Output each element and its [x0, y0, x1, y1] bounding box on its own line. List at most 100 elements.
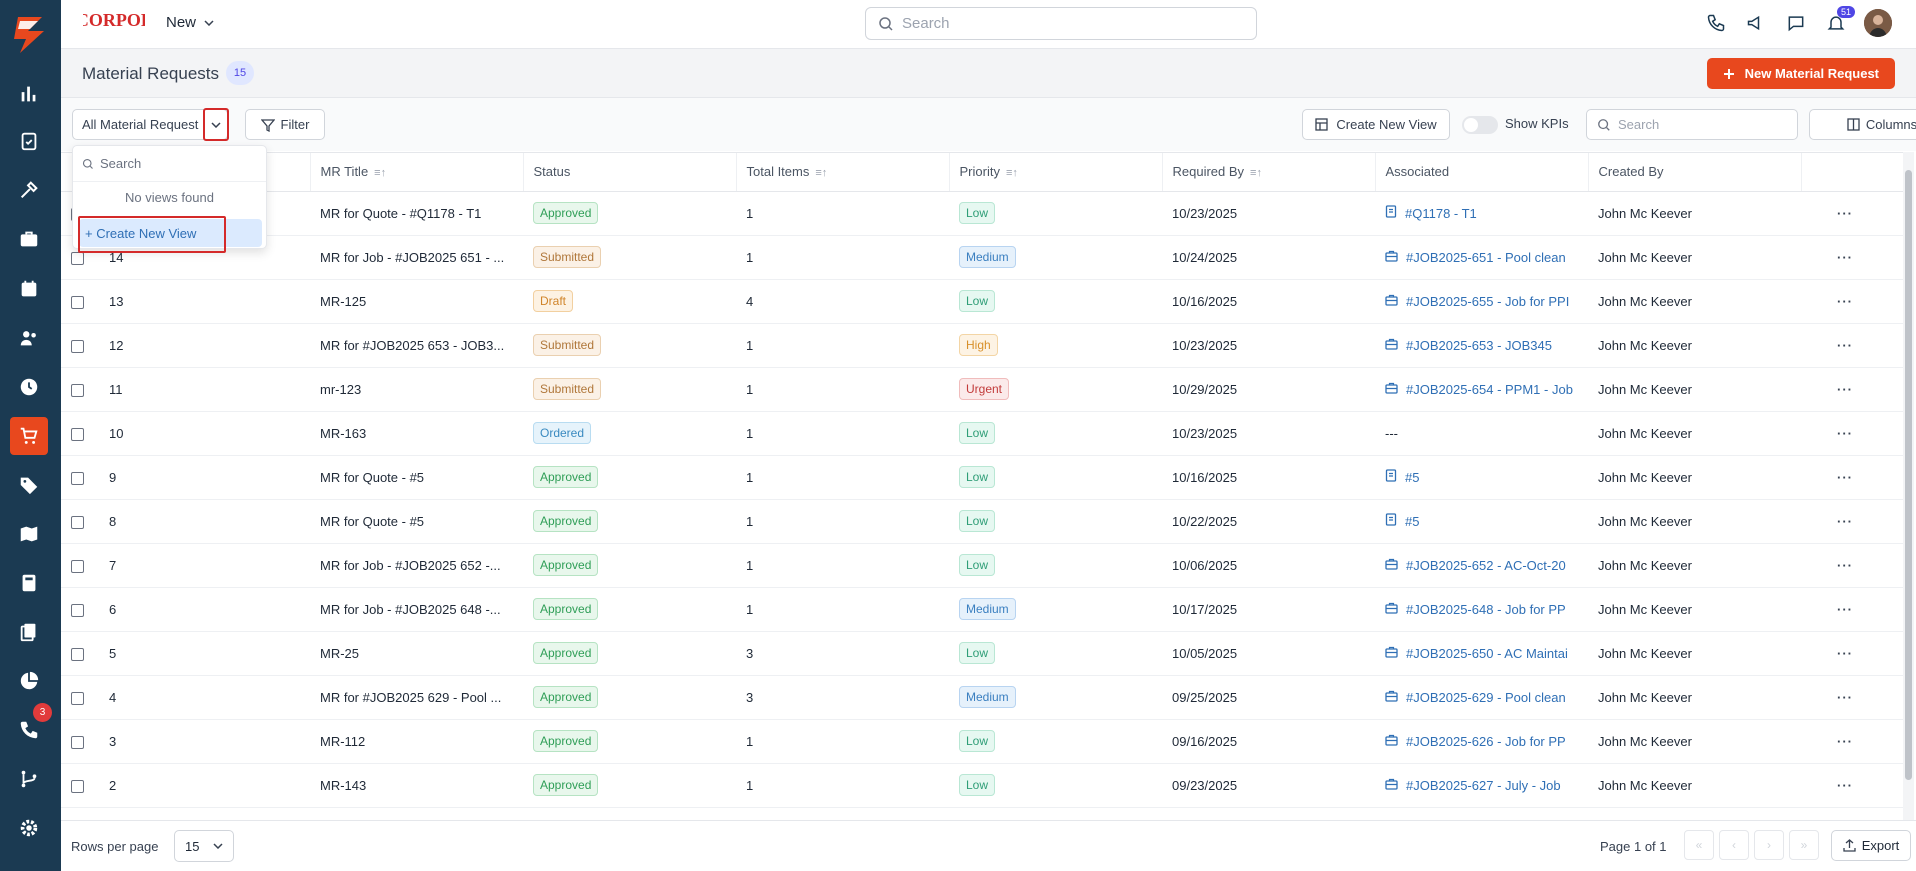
row-checkbox[interactable] [71, 339, 84, 353]
mr-title-cell[interactable]: MR for #JOB2025 653 - JOB3... [310, 323, 523, 368]
row-actions-cell[interactable]: ··· [1801, 279, 1903, 324]
nav-map-icon[interactable] [10, 515, 48, 553]
chat-icon[interactable] [1784, 11, 1808, 35]
rows-per-page-select[interactable]: 15 [174, 830, 234, 862]
prev-page-icon[interactable]: ‹ [1719, 830, 1749, 860]
export-button[interactable]: Export [1831, 830, 1911, 861]
row-actions-cell[interactable]: ··· [1801, 323, 1903, 368]
associated-link[interactable]: #JOB2025-650 - AC Maintai [1406, 646, 1568, 661]
associated-cell[interactable]: #5 [1375, 499, 1588, 544]
associated-cell[interactable]: #JOB2025-650 - AC Maintai [1375, 631, 1588, 676]
mr-title-cell[interactable]: MR-163 [310, 411, 523, 456]
brand-logo[interactable]: ACME CORPORATION [16, 7, 211, 37]
first-page-icon[interactable]: « [1684, 830, 1714, 860]
more-options-icon[interactable]: ··· [1837, 602, 1853, 617]
associated-cell[interactable]: #JOB2025-653 - JOB345 [1375, 323, 1588, 368]
mr-title-cell[interactable]: MR-25 [310, 631, 523, 676]
associated-link[interactable]: #JOB2025-648 - Job for PP [1406, 602, 1566, 617]
nav-calculator-icon[interactable] [10, 564, 48, 602]
nav-calendar-icon[interactable] [10, 270, 48, 308]
bell-icon[interactable]: 51 [1824, 6, 1855, 35]
table-row[interactable]: 12 MR for #JOB2025 653 - JOB3... Submitted… [61, 323, 1903, 368]
row-checkbox-cell[interactable] [61, 411, 99, 456]
row-checkbox[interactable] [71, 603, 84, 617]
row-actions-cell[interactable]: ··· [1801, 543, 1903, 588]
row-checkbox[interactable] [71, 427, 84, 441]
mr-title-cell[interactable]: MR for Job - #JOB2025 652 -... [310, 543, 523, 588]
table-row[interactable]: 10 MR-163 Ordered 1 Low 10/23/2025 --- John Mc … [61, 411, 1903, 456]
row-actions-cell[interactable]: ··· [1801, 455, 1903, 500]
table-row[interactable]: 4 MR for #JOB2025 629 - Pool ... Approved 3… [61, 675, 1903, 720]
row-checkbox[interactable] [71, 515, 84, 529]
nav-dashboard-icon[interactable] [10, 75, 48, 113]
row-checkbox[interactable] [71, 691, 84, 705]
mr-title-cell[interactable]: MR-125 [310, 279, 523, 324]
mr-title-header[interactable]: MR Title ≡↑ [310, 153, 524, 192]
row-checkbox-cell[interactable] [61, 587, 99, 632]
associated-link[interactable]: #5 [1405, 470, 1419, 485]
associated-link[interactable]: #JOB2025-627 - July - Job [1406, 778, 1561, 793]
more-options-icon[interactable]: ··· [1837, 690, 1853, 705]
more-options-icon[interactable]: ··· [1837, 426, 1853, 441]
row-checkbox[interactable] [71, 471, 84, 485]
associated-link[interactable]: #JOB2025-651 - Pool clean [1406, 250, 1566, 265]
new-menu-button[interactable]: New [166, 14, 214, 31]
row-checkbox-cell[interactable] [61, 279, 99, 324]
next-page-icon[interactable]: › [1754, 830, 1784, 860]
row-actions-cell[interactable]: ··· [1801, 719, 1903, 764]
nav-pie-chart-icon[interactable] [10, 662, 48, 700]
row-actions-cell[interactable]: ··· [1801, 499, 1903, 544]
mr-title-cell[interactable]: MR for #JOB2025 629 - Pool ... [310, 675, 523, 720]
row-actions-cell[interactable]: ··· [1801, 367, 1903, 412]
sort-icon[interactable]: ≡↑ [374, 167, 386, 179]
mr-title-cell[interactable]: MR for Quote - #Q1178 - T1 [310, 191, 523, 236]
app-logo-icon[interactable] [10, 13, 50, 57]
row-checkbox[interactable] [71, 383, 84, 397]
mr-title-cell[interactable]: MR-143 [310, 763, 523, 808]
associated-link[interactable]: #JOB2025-629 - Pool clean [1406, 690, 1566, 705]
row-checkbox-cell[interactable] [61, 543, 99, 588]
row-checkbox[interactable] [71, 251, 84, 265]
more-options-icon[interactable]: ··· [1837, 250, 1853, 265]
nav-tag-icon[interactable] [10, 466, 48, 504]
row-actions-cell[interactable]: ··· [1801, 675, 1903, 720]
nav-users-icon[interactable] [10, 319, 48, 357]
phone-call-icon[interactable] [1704, 11, 1728, 35]
associated-cell[interactable]: #JOB2025-652 - AC-Oct-20 [1375, 543, 1588, 588]
associated-link[interactable]: #JOB2025-653 - JOB345 [1406, 338, 1552, 353]
associated-cell[interactable]: #Q1178 - T1 [1375, 191, 1588, 236]
table-row[interactable]: 7 MR for Job - #JOB2025 652 -... Approved 1… [61, 543, 1903, 588]
associated-cell[interactable]: #JOB2025-651 - Pool clean [1375, 235, 1588, 280]
associated-link[interactable]: #JOB2025-655 - Job for PPI [1406, 294, 1569, 309]
associated-cell[interactable]: #JOB2025-629 - Pool clean [1375, 675, 1588, 720]
row-actions-cell[interactable]: ··· [1801, 411, 1903, 456]
row-actions-cell[interactable]: ··· [1801, 587, 1903, 632]
row-checkbox[interactable] [71, 559, 84, 573]
avatar[interactable] [1864, 9, 1892, 37]
row-checkbox-cell[interactable] [61, 367, 99, 412]
row-checkbox-cell[interactable] [61, 631, 99, 676]
associated-cell[interactable]: #JOB2025-627 - July - Job [1375, 763, 1588, 808]
row-actions-cell[interactable]: ··· [1801, 235, 1903, 280]
last-page-icon[interactable]: » [1789, 830, 1819, 860]
associated-link[interactable]: #Q1178 - T1 [1405, 206, 1477, 221]
scrollbar-thumb[interactable] [1905, 170, 1912, 780]
row-actions-cell[interactable]: ··· [1801, 631, 1903, 676]
table-search-input[interactable]: Search [1586, 109, 1798, 140]
associated-cell[interactable]: #JOB2025-655 - Job for PPI [1375, 279, 1588, 324]
mr-title-cell[interactable]: MR for Quote - #5 [310, 455, 523, 500]
associated-cell[interactable]: #JOB2025-626 - Job for PP [1375, 719, 1588, 764]
associated-cell[interactable]: #5 [1375, 455, 1588, 500]
priority-header[interactable]: Priority ≡↑ [949, 153, 1163, 192]
show-kpis-toggle[interactable] [1462, 116, 1498, 134]
table-row[interactable]: 8 MR for Quote - #5 Approved 1 Low 10/22/2025… [61, 499, 1903, 544]
row-checkbox-cell[interactable] [61, 323, 99, 368]
filter-button[interactable]: Filter [245, 109, 325, 140]
mr-title-cell[interactable]: MR for Job - #JOB2025 648 -... [310, 587, 523, 632]
mr-title-cell[interactable]: MR for Job - #JOB2025 651 - ... [310, 235, 523, 280]
row-checkbox-cell[interactable] [61, 499, 99, 544]
associated-cell[interactable]: #JOB2025-648 - Job for PP [1375, 587, 1588, 632]
row-checkbox-cell[interactable] [61, 675, 99, 720]
new-material-request-button[interactable]: New Material Request [1706, 58, 1895, 89]
row-checkbox-cell[interactable] [61, 719, 99, 764]
